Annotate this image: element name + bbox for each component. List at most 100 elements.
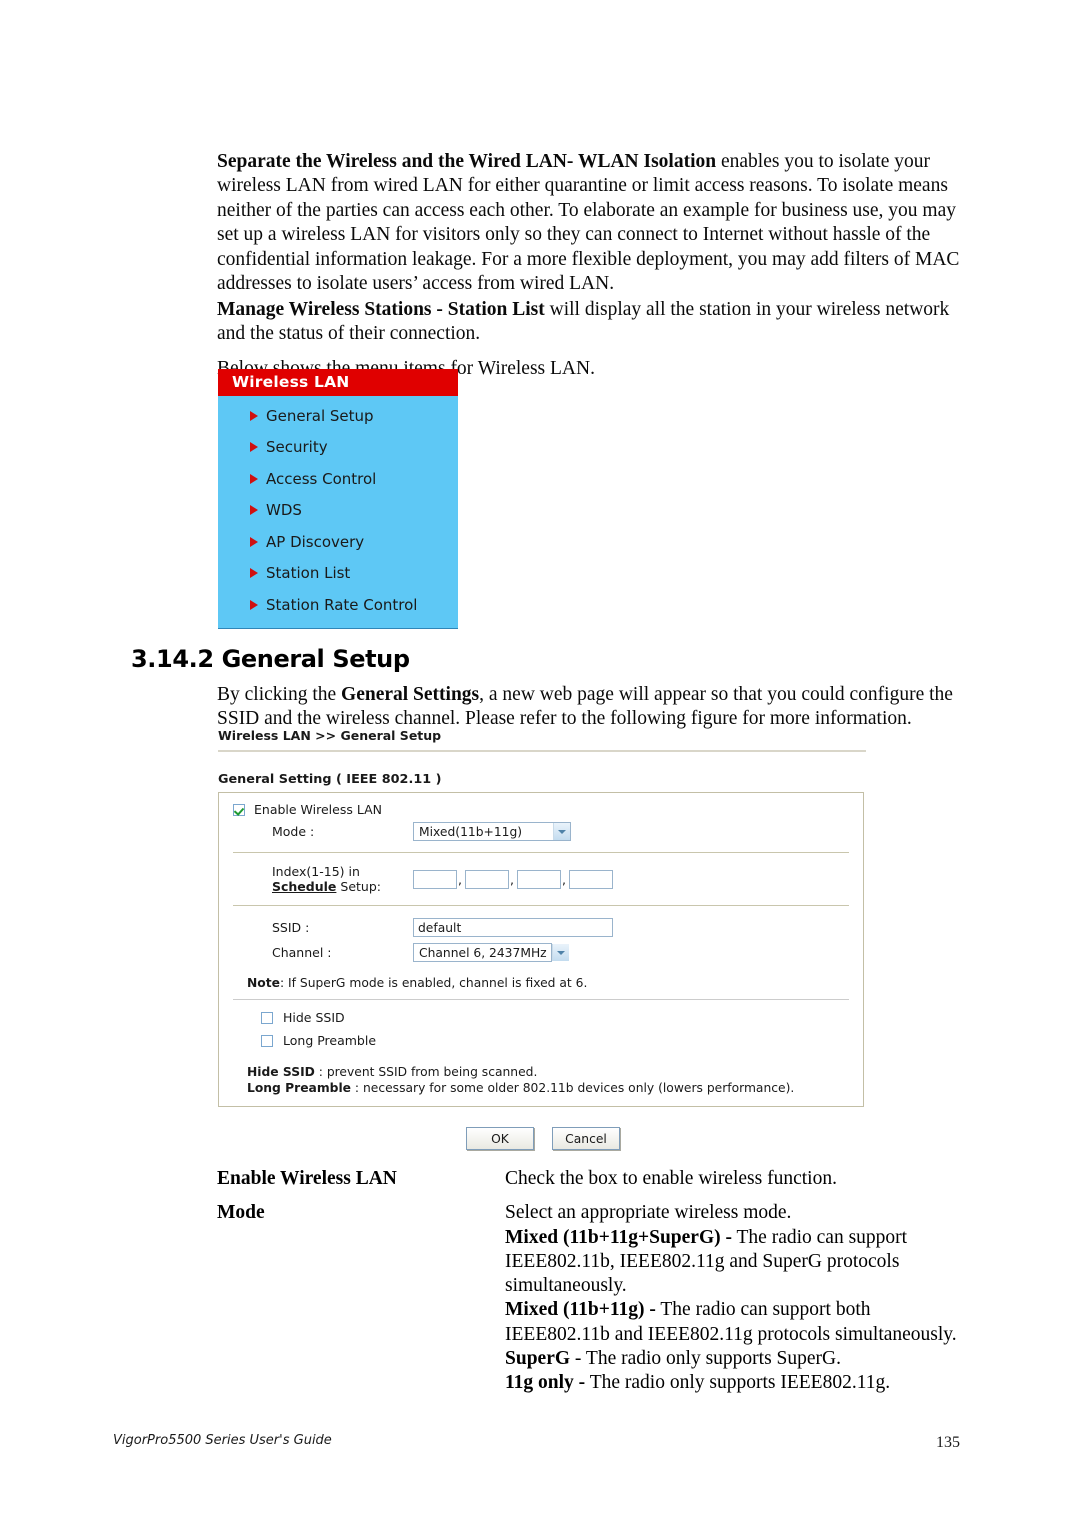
- sidebar-item-general-setup[interactable]: General Setup: [218, 400, 458, 432]
- schedule-link[interactable]: Schedule: [272, 879, 336, 894]
- sidebar-item-access-control[interactable]: Access Control: [218, 463, 458, 495]
- definition-line-text: Select an appropriate wireless mode.: [505, 1202, 792, 1224]
- note-text: : If SuperG mode is enabled, channel is …: [279, 976, 588, 990]
- ok-button[interactable]: OK: [466, 1127, 534, 1150]
- sidebar-item-label: Station Rate Control: [266, 595, 418, 614]
- mode-row: Mode : Mixed(11b+11g): [233, 822, 849, 841]
- mode-select-value: Mixed(11b+11g): [419, 824, 523, 839]
- triangle-bullet-icon: [250, 599, 258, 610]
- mode-label: Mode :: [272, 824, 315, 839]
- definition-line: 11g only - The radio only supports IEEE8…: [505, 1371, 985, 1395]
- definition-line: SuperG - The radio only supports SuperG.: [505, 1347, 985, 1371]
- note-prefix: Note: [247, 976, 280, 990]
- chevron-down-icon: [551, 944, 569, 961]
- definition-row-enable-wireless-lan: Enable Wireless LAN Check the box to ena…: [217, 1167, 985, 1191]
- definition-line-text: The radio can support both: [655, 1299, 871, 1321]
- definition-line: Select an appropriate wireless mode.: [505, 1201, 985, 1225]
- sidebar-item-label: WDS: [266, 501, 302, 520]
- triangle-bullet-icon: [250, 505, 258, 516]
- definition-line: IEEE802.11b, IEEE802.11g and SuperG prot…: [505, 1250, 985, 1274]
- enable-wireless-lan-checkbox[interactable]: [233, 803, 245, 816]
- definition-line-text: simultaneously.: [505, 1275, 627, 1297]
- section-heading: 3.14.2 General Setup: [131, 644, 410, 673]
- definition-line-bold: 11g only -: [505, 1372, 586, 1394]
- general-setting-panel: Enable Wireless LAN Mode : Mixed(11b+11g…: [218, 792, 864, 1107]
- enable-wireless-lan-row[interactable]: Enable Wireless LAN: [233, 802, 849, 817]
- channel-label: Channel :: [272, 945, 332, 960]
- schedule-index-inputs: , , ,: [413, 869, 613, 889]
- definition-line-text: The radio only supports IEEE802.11g.: [585, 1372, 891, 1394]
- wireless-lan-menu-header: Wireless LAN: [218, 369, 458, 396]
- breadcrumb: Wireless LAN >> General Setup: [218, 728, 442, 743]
- wireless-lan-menu: Wireless LAN General Setup Security Acce…: [218, 369, 458, 629]
- sidebar-item-label: Access Control: [266, 469, 377, 488]
- paragraph-wlan-isolation-lead: Separate the Wireless and the Wired LAN-…: [217, 150, 717, 172]
- triangle-bullet-icon: [250, 473, 258, 484]
- definition-line-text: IEEE802.11b and IEEE802.11g protocols si…: [505, 1323, 957, 1345]
- definition-line: simultaneously.: [505, 1274, 985, 1298]
- definition-line-bold: Mixed (11b+11g) -: [505, 1299, 656, 1321]
- document-page: Separate the Wireless and the Wired LAN-…: [0, 0, 1080, 1528]
- schedule-index-input-1[interactable]: [413, 869, 457, 889]
- schedule-index-input-4[interactable]: [568, 869, 613, 889]
- triangle-bullet-icon: [250, 536, 258, 547]
- long-preamble-help-term: Long Preamble: [247, 1081, 352, 1095]
- schedule-index-row: Index(1-15) in Schedule Setup: , , ,: [233, 864, 849, 894]
- schedule-index-label-suffix: Setup:: [336, 879, 381, 894]
- paragraph-general-settings: By clicking the General Settings, a new …: [217, 683, 985, 732]
- cancel-button[interactable]: Cancel: [552, 1127, 620, 1150]
- mode-select[interactable]: Mixed(11b+11g): [413, 822, 571, 841]
- definition-line: Mixed (11b+11g+SuperG) - The radio can s…: [505, 1226, 985, 1250]
- paragraph-manage-stations-lead: Manage Wireless Stations - Station List: [217, 298, 545, 320]
- panel-title: General Setting ( IEEE 802.11 ): [218, 772, 442, 787]
- schedule-separator: ,: [458, 871, 462, 887]
- chevron-down-icon: [553, 823, 570, 840]
- sidebar-item-ap-discovery[interactable]: AP Discovery: [218, 526, 458, 558]
- triangle-bullet-icon: [250, 410, 258, 421]
- definition-line: Check the box to enable wireless functio…: [505, 1168, 837, 1189]
- footer-page-number: 135: [936, 1434, 960, 1451]
- channel-select[interactable]: Channel 6, 2437MHz: [413, 943, 569, 962]
- schedule-index-input-2[interactable]: [464, 869, 509, 889]
- definition-description: Check the box to enable wireless functio…: [505, 1167, 985, 1191]
- breadcrumb-divider: [218, 750, 866, 752]
- long-preamble-help-desc: : necessary for some older 802.11b devic…: [351, 1081, 795, 1095]
- definition-term: Mode: [217, 1202, 265, 1224]
- paragraph-general-settings-pre: By clicking the: [217, 683, 342, 705]
- sidebar-item-label: Security: [266, 438, 328, 457]
- sidebar-item-station-rate-control[interactable]: Station Rate Control: [218, 589, 458, 621]
- definition-line-bold: Mixed (11b+11g+SuperG) -: [505, 1226, 732, 1248]
- sidebar-item-label: General Setup: [266, 406, 374, 425]
- schedule-separator: ,: [561, 871, 566, 887]
- definition-description: Select an appropriate wireless mode. Mix…: [505, 1201, 985, 1395]
- triangle-bullet-icon: [250, 568, 258, 579]
- hide-ssid-row[interactable]: Hide SSID: [261, 1010, 849, 1025]
- channel-select-value: Channel 6, 2437MHz: [419, 945, 547, 960]
- schedule-separator: ,: [509, 871, 514, 887]
- superg-note: Note: If SuperG mode is enabled, channel…: [247, 976, 849, 990]
- paragraph-general-settings-term: General Settings: [341, 683, 480, 705]
- definition-spacer: [217, 1191, 985, 1201]
- enable-wireless-lan-label: Enable Wireless LAN: [254, 802, 382, 817]
- definition-line-text: - The radio only supports SuperG.: [570, 1348, 841, 1370]
- hide-ssid-checkbox[interactable]: [261, 1011, 273, 1024]
- sidebar-item-security[interactable]: Security: [218, 432, 458, 464]
- hide-ssid-help-term: Hide SSID: [247, 1065, 315, 1079]
- long-preamble-row[interactable]: Long Preamble: [261, 1033, 849, 1048]
- ssid-input[interactable]: [413, 918, 613, 937]
- long-preamble-help: Long Preamble : necessary for some older…: [247, 1080, 849, 1096]
- long-preamble-checkbox[interactable]: [261, 1034, 273, 1047]
- definition-line: IEEE802.11b and IEEE802.11g protocols si…: [505, 1323, 985, 1347]
- paragraph-wlan-isolation-body: enables you to isolate your wireless LAN…: [217, 150, 960, 295]
- channel-row: Channel : Channel 6, 2437MHz: [233, 943, 849, 962]
- schedule-index-input-3[interactable]: [516, 869, 561, 889]
- panel-button-bar: OK Cancel: [218, 1127, 868, 1150]
- definition-line-text: IEEE802.11b, IEEE802.11g and SuperG prot…: [505, 1250, 900, 1272]
- sidebar-item-station-list[interactable]: Station List: [218, 558, 458, 590]
- triangle-bullet-icon: [250, 442, 258, 453]
- ssid-label: SSID :: [272, 920, 310, 935]
- footer-title: VigorPro5500 Series User's Guide: [113, 1433, 332, 1448]
- sidebar-item-wds[interactable]: WDS: [218, 495, 458, 527]
- definition-list: Enable Wireless LAN Check the box to ena…: [217, 1167, 985, 1396]
- hide-ssid-help: Hide SSID : prevent SSID from being scan…: [247, 1064, 849, 1080]
